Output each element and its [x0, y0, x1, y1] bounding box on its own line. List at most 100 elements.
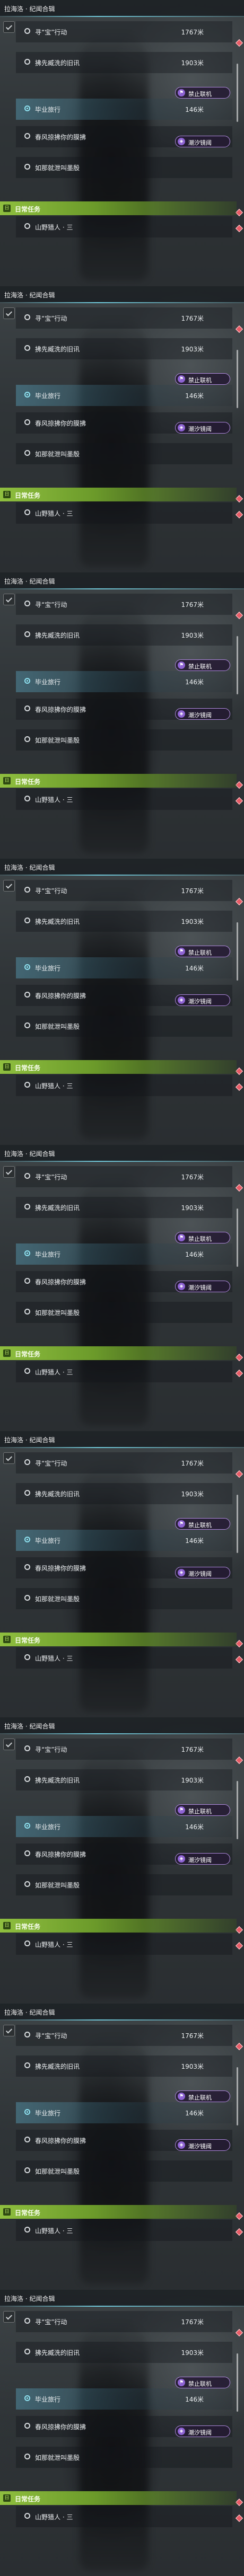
quest-radio-selected[interactable] — [24, 678, 30, 684]
quest-radio[interactable] — [24, 887, 30, 893]
quest-row-active[interactable]: 毕业旅行 146米 — [16, 2102, 232, 2123]
quest-radio[interactable] — [24, 1309, 30, 1315]
daily-quest-row[interactable]: 山野猎人 · 三 — [16, 216, 232, 237]
quest-row[interactable]: 如那就泄叫墨殷 — [16, 1302, 232, 1323]
quest-radio[interactable] — [24, 28, 30, 34]
quest-radio[interactable] — [24, 992, 30, 998]
quest-radio[interactable] — [24, 223, 30, 229]
quest-radio[interactable] — [24, 1173, 30, 1179]
quest-radio-selected[interactable] — [24, 2109, 30, 2115]
daily-quest-row[interactable]: 山野猎人 · 三 — [16, 2220, 232, 2241]
quest-radio-selected[interactable] — [24, 105, 30, 111]
quest-row[interactable]: 寻“宝”行动 1767米 — [16, 2311, 232, 2332]
quest-radio-selected[interactable] — [24, 2395, 30, 2401]
daily-section-header[interactable]: 日 日常任务 — [0, 2205, 237, 2219]
quest-row[interactable]: 拂先臧洗的旧讯 1903米 — [16, 1769, 232, 1790]
pin-button[interactable] — [3, 1739, 15, 1750]
daily-section-header[interactable]: 日 日常任务 — [0, 2491, 237, 2505]
quest-radio[interactable] — [24, 601, 30, 606]
quest-row[interactable]: 如那就泄叫墨殷 — [16, 443, 232, 464]
quest-row[interactable]: 如那就泄叫墨殷 — [16, 157, 232, 178]
daily-quest-row[interactable]: 山野猎人 · 三 — [16, 2506, 232, 2527]
daily-quest-row[interactable]: 山野猎人 · 三 — [16, 1075, 232, 1096]
daily-section-header[interactable]: 日 日常任务 — [0, 1633, 237, 1646]
quest-radio[interactable] — [24, 1881, 30, 1887]
quest-radio[interactable] — [24, 1850, 30, 1856]
quest-row[interactable]: 寻“宝”行动 1767米 — [16, 1739, 232, 1760]
pin-button[interactable] — [3, 1452, 15, 1464]
quest-row[interactable]: 拂先臧洗的旧讯 1903米 — [16, 338, 232, 359]
quest-radio[interactable] — [24, 1278, 30, 1284]
quest-radio[interactable] — [24, 2454, 30, 2459]
quest-radio[interactable] — [24, 1459, 30, 1465]
quest-radio[interactable] — [24, 2137, 30, 2142]
scrollbar[interactable] — [237, 2353, 238, 2412]
pin-button[interactable] — [3, 2311, 15, 2323]
quest-row-active[interactable]: 毕业旅行 146米 — [16, 385, 232, 406]
quest-radio[interactable] — [24, 133, 30, 139]
quest-radio[interactable] — [24, 1564, 30, 1570]
quest-row-active[interactable]: 毕业旅行 146米 — [16, 1243, 232, 1265]
quest-radio[interactable] — [24, 2513, 30, 2519]
quest-radio[interactable] — [24, 1204, 30, 1210]
quest-radio[interactable] — [24, 1940, 30, 1946]
daily-quest-row[interactable]: 山野猎人 · 三 — [16, 1934, 232, 1955]
quest-row[interactable]: 拂先臧洗的旧讯 1903米 — [16, 2342, 232, 2363]
quest-row-active[interactable]: 毕业旅行 146米 — [16, 1530, 232, 1551]
quest-radio[interactable] — [24, 2032, 30, 2037]
pin-button[interactable] — [3, 307, 15, 319]
quest-row[interactable]: 寻“宝”行动 1767米 — [16, 2025, 232, 2046]
quest-radio[interactable] — [24, 164, 30, 170]
quest-radio-selected[interactable] — [24, 1537, 30, 1542]
quest-row[interactable]: 如那就泄叫墨殷 — [16, 2447, 232, 2468]
daily-section-header[interactable]: 日 日常任务 — [0, 1346, 237, 1360]
daily-section-header[interactable]: 日 日常任务 — [0, 774, 237, 788]
quest-radio[interactable] — [24, 2167, 30, 2173]
quest-row-active[interactable]: 毕业旅行 146米 — [16, 99, 232, 120]
quest-row[interactable]: 如那就泄叫墨殷 — [16, 1588, 232, 1609]
quest-row[interactable]: 寻“宝”行动 1767米 — [16, 880, 232, 901]
quest-radio[interactable] — [24, 736, 30, 742]
quest-radio[interactable] — [24, 796, 30, 801]
daily-section-header[interactable]: 日 日常任务 — [0, 1060, 237, 1074]
daily-quest-row[interactable]: 山野猎人 · 三 — [16, 1647, 232, 1669]
daily-section-header[interactable]: 日 日常任务 — [0, 201, 237, 215]
pin-button[interactable] — [3, 880, 15, 892]
pin-button[interactable] — [3, 21, 15, 33]
quest-radio[interactable] — [24, 509, 30, 515]
scrollbar[interactable] — [237, 1208, 238, 1267]
quest-row[interactable]: 寻“宝”行动 1767米 — [16, 1452, 232, 1474]
quest-radio[interactable] — [24, 1654, 30, 1660]
quest-row[interactable]: 拂先臧洗的旧讯 1903米 — [16, 624, 232, 646]
quest-row[interactable]: 寻“宝”行动 1767米 — [16, 1166, 232, 1187]
daily-quest-row[interactable]: 山野猎人 · 三 — [16, 789, 232, 810]
quest-row[interactable]: 拂先臧洗的旧讯 1903米 — [16, 1483, 232, 1504]
quest-row-active[interactable]: 毕业旅行 146米 — [16, 2388, 232, 2410]
quest-radio[interactable] — [24, 59, 30, 65]
scrollbar[interactable] — [237, 64, 238, 122]
quest-radio[interactable] — [24, 631, 30, 637]
quest-radio-selected[interactable] — [24, 392, 30, 398]
quest-row-active[interactable]: 毕业旅行 146米 — [16, 957, 232, 978]
quest-radio-selected[interactable] — [24, 1250, 30, 1256]
quest-radio[interactable] — [24, 314, 30, 320]
quest-row[interactable]: 寻“宝”行动 1767米 — [16, 307, 232, 329]
quest-row[interactable]: 如那就泄叫墨殷 — [16, 1016, 232, 1037]
quest-radio[interactable] — [24, 705, 30, 711]
quest-row-active[interactable]: 毕业旅行 146米 — [16, 1816, 232, 1837]
scrollbar[interactable] — [237, 922, 238, 981]
quest-row[interactable]: 寻“宝”行动 1767米 — [16, 594, 232, 615]
quest-radio[interactable] — [24, 2062, 30, 2068]
quest-radio-selected[interactable] — [24, 1823, 30, 1829]
quest-radio[interactable] — [24, 1368, 30, 1374]
quest-radio[interactable] — [24, 1082, 30, 1088]
quest-radio[interactable] — [24, 419, 30, 425]
quest-radio[interactable] — [24, 1745, 30, 1751]
quest-radio[interactable] — [24, 2423, 30, 2429]
quest-radio[interactable] — [24, 918, 30, 923]
quest-radio[interactable] — [24, 2318, 30, 2324]
quest-row[interactable]: 如那就泄叫墨殷 — [16, 1874, 232, 1895]
quest-row[interactable]: 如那就泄叫墨殷 — [16, 729, 232, 751]
quest-row[interactable]: 拂先臧洗的旧讯 1903米 — [16, 2055, 232, 2077]
quest-radio[interactable] — [24, 345, 30, 351]
